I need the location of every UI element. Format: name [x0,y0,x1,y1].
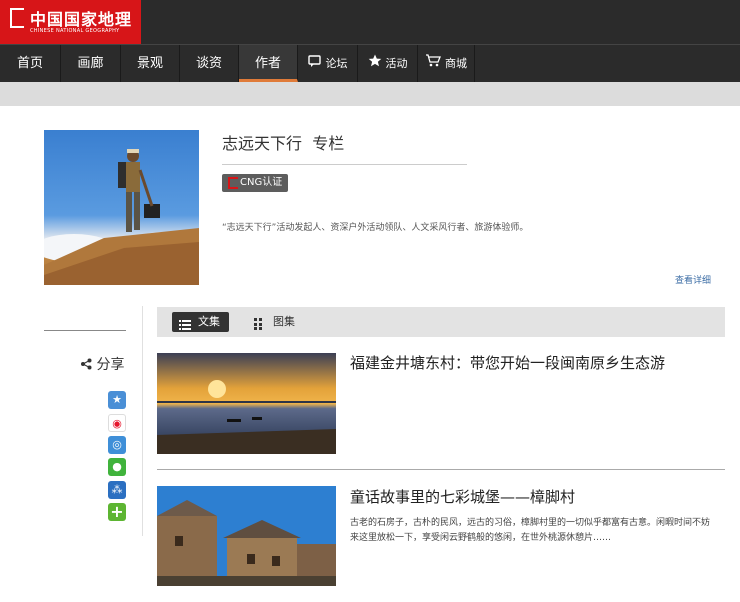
article-title[interactable]: 福建金井塘东村：带您开始一段闽南原乡生态游 [350,352,680,374]
article-divider [157,469,725,470]
star-icon [368,45,382,82]
nav-item-events[interactable]: 活动 [358,45,418,82]
speech-bubble-icon [307,45,322,82]
author-column-title: 志远天下行 专栏 [222,134,345,153]
logo-frame-icon [10,8,24,28]
content-tab-bar: 文集 图集 [157,307,725,337]
article-thumbnail[interactable] [157,353,336,454]
author-avatar-photo [44,130,199,285]
tab-gallery[interactable]: 图集 [247,312,295,332]
gray-banner [0,82,740,106]
nav-item-talk[interactable]: 谈资 [180,45,239,82]
nav-item-gallery[interactable]: 画廊 [61,45,121,82]
title-divider [222,164,467,165]
article-thumbnail[interactable] [157,486,336,586]
article-title[interactable]: 童话故事里的七彩城堡——樟脚村 [350,486,680,508]
wechat-icon[interactable]: ● [108,458,126,476]
tencent-weibo-icon[interactable]: ◎ [108,436,126,454]
qzone-star-icon[interactable]: ★ [108,391,126,409]
nav-item-forum[interactable]: 论坛 [298,45,358,82]
nav-item-landscape[interactable]: 景观 [121,45,180,82]
logo-chinese-text: 中国国家地理 [30,10,133,29]
nav-item-home[interactable]: 首页 [0,45,61,82]
view-details-link[interactable]: 查看详细 [675,273,711,286]
article-summary: 古老的石房子，古朴的民风，远古的习俗，樟脚村里的一切似乎都富有古意。闲暇时间不妨… [350,518,711,543]
renren-icon[interactable]: ⁂ [108,481,126,499]
weibo-icon[interactable]: ◉ [108,414,126,432]
vertical-divider [142,306,143,536]
nav-item-authors[interactable]: 作者 [239,45,298,82]
list-icon [179,317,191,330]
site-logo[interactable]: 中国国家地理 CHINESE NATIONAL GEOGRAPHY [0,0,141,44]
author-description: “志远天下行”活动发起人、资深户外活动领队、人文采风行者、旅游体验师。 [222,223,529,233]
more-plus-icon[interactable]: + [108,503,126,521]
grid-icon [254,317,266,330]
main-nav: 首页 画廊 景观 谈资 作者 论坛 活动 商城 [0,44,740,82]
logo-english-text: CHINESE NATIONAL GEOGRAPHY [30,28,120,34]
nav-item-shop[interactable]: 商城 [418,45,475,82]
share-icon [80,357,96,373]
tab-articles[interactable]: 文集 [172,312,229,332]
cng-logo-icon [228,177,238,189]
sidebar-divider [44,330,126,331]
share-label: 分享 [80,354,124,374]
shopping-cart-icon [425,45,441,82]
